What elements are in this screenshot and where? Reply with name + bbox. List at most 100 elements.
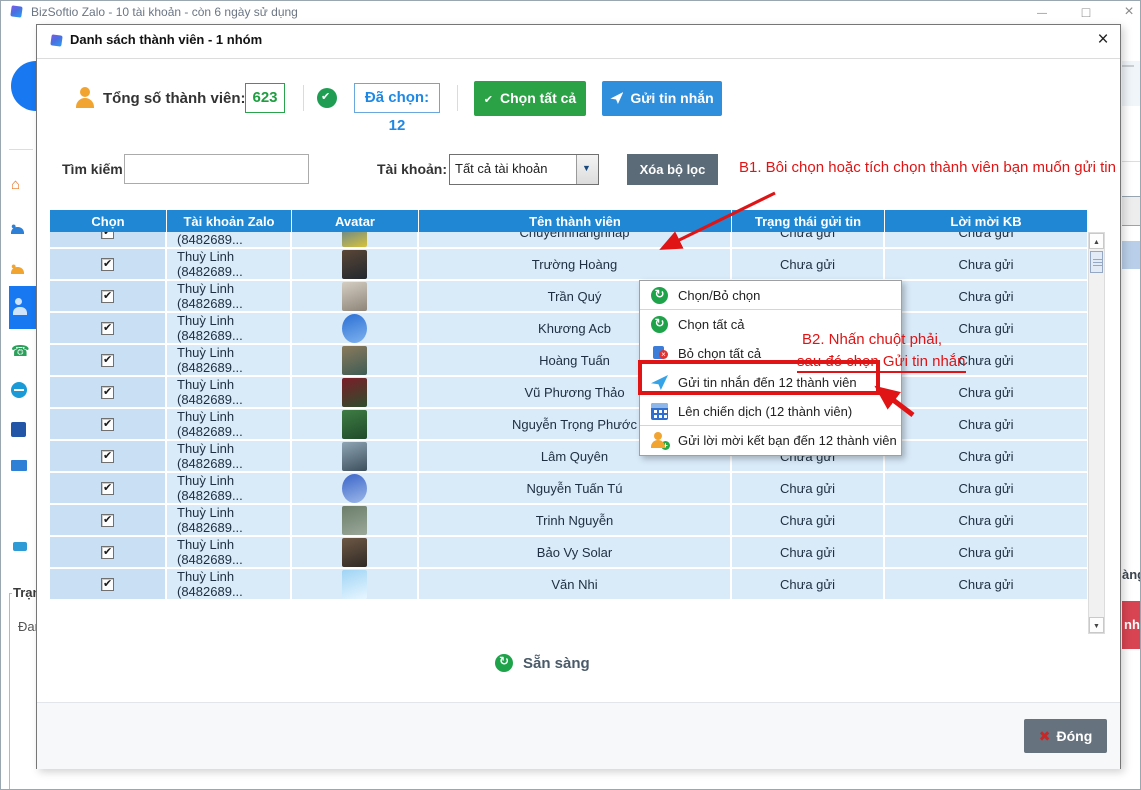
row-avatar-cell xyxy=(292,345,419,375)
table-row[interactable]: Thuỳ Linh (8482689... Nguyễn Tuấn Tú Chư… xyxy=(50,473,1087,503)
header-friend-invite[interactable]: Lời mời KB xyxy=(885,210,1087,232)
table-scrollbar[interactable] xyxy=(1088,232,1105,634)
clear-filter-button[interactable]: Xóa bộ lọc xyxy=(627,154,718,185)
divider xyxy=(37,58,1120,59)
select-all-button[interactable]: Chọn tất cả xyxy=(474,81,586,116)
row-select-cell[interactable] xyxy=(50,232,167,247)
table-row[interactable]: Thuỳ Linh (8482689... Bảo Vy Solar Chưa … xyxy=(50,537,1087,567)
row-status-cell: Chưa gửi xyxy=(732,537,885,567)
context-menu-item[interactable]: + Gửi lời mời kết bạn đến 12 thành viên xyxy=(640,426,901,455)
row-select-cell[interactable] xyxy=(50,473,167,503)
table-row[interactable]: Thuỳ Linh (8482689... Vũ Phương Thảo Chư… xyxy=(50,377,1087,407)
row-select-cell[interactable] xyxy=(50,505,167,535)
row-account-cell: Thuỳ Linh (8482689... xyxy=(167,441,292,471)
window-close-button[interactable] xyxy=(1120,3,1138,21)
invite-status-text: Chưa gửi xyxy=(959,289,1014,304)
member-name-text: Bảo Vy Solar xyxy=(537,545,612,560)
account-text: Thuỳ Linh (8482689... xyxy=(177,345,290,375)
account-dropdown[interactable]: Tất cả tài khoản xyxy=(449,154,599,185)
paper-plane-icon xyxy=(610,92,623,104)
invite-status-text: Chưa gửi xyxy=(959,321,1014,336)
close-dialog-button[interactable]: ✖Đóng xyxy=(1024,719,1107,753)
row-select-cell[interactable] xyxy=(50,569,167,599)
row-checkbox-checked[interactable] xyxy=(101,258,114,271)
table-row[interactable]: Thuỳ Linh (8482689... Trường Hoàng Chưa … xyxy=(50,249,1087,279)
row-account-cell: Thuỳ Linh (8482689... xyxy=(167,569,292,599)
table-row[interactable]: Thuỳ Linh (8482689... Lâm Quyên Chưa gửi… xyxy=(50,441,1087,471)
account-text: Thuỳ Linh (8482689... xyxy=(177,232,290,247)
member-name-text: Văn Nhi xyxy=(551,577,597,592)
avatar xyxy=(342,506,367,535)
row-checkbox-checked[interactable] xyxy=(101,232,114,239)
invite-status-text: Chưa gửi xyxy=(959,545,1014,560)
selected-count-badge: Đã chọn: 12 xyxy=(354,83,440,113)
row-checkbox-checked[interactable] xyxy=(101,546,114,559)
row-checkbox-checked[interactable] xyxy=(101,354,114,367)
table-row[interactable]: Thuỳ Linh (8482689... Nguyễn Trọng Phước… xyxy=(50,409,1087,439)
row-checkbox-checked[interactable] xyxy=(101,322,114,335)
window-minimize-button[interactable] xyxy=(1033,3,1051,21)
check-icon xyxy=(484,90,500,106)
table-row[interactable]: Thuỳ Linh (8482689... Văn Nhi Chưa gửi C… xyxy=(50,569,1087,599)
row-account-cell: Thuỳ Linh (8482689... xyxy=(167,537,292,567)
chat-icon[interactable] xyxy=(11,382,27,398)
friends-icon[interactable] xyxy=(11,256,16,273)
contacts-icon[interactable] xyxy=(11,216,16,233)
groups-icon-active[interactable] xyxy=(9,286,36,329)
campaign-icon xyxy=(651,403,668,420)
home-icon[interactable] xyxy=(11,176,20,193)
misc-icon[interactable] xyxy=(13,542,27,551)
header-avatar[interactable]: Avatar xyxy=(292,210,419,232)
header-zalo-account[interactable]: Tài khoản Zalo xyxy=(167,210,292,232)
scroll-up-icon[interactable] xyxy=(1089,233,1104,249)
row-checkbox-checked[interactable] xyxy=(101,450,114,463)
search-input[interactable] xyxy=(124,154,309,184)
row-checkbox-checked[interactable] xyxy=(101,578,114,591)
scrollbar-thumb[interactable] xyxy=(1090,251,1103,273)
row-checkbox-checked[interactable] xyxy=(101,418,114,431)
row-select-cell[interactable] xyxy=(50,377,167,407)
dialog-close-icon[interactable] xyxy=(1093,30,1113,50)
context-menu-item[interactable]: Chọn/Bỏ chọn xyxy=(640,281,901,310)
select-all-icon xyxy=(651,316,668,333)
header-select[interactable]: Chọn xyxy=(50,210,167,232)
row-name-cell: Trinh Nguyễn xyxy=(419,505,732,535)
table-row[interactable]: Thuỳ Linh (8482689... Chuyennhangnhap Ch… xyxy=(50,232,1087,247)
table-row[interactable]: Thuỳ Linh (8482689... Trần Quý Chưa gửi … xyxy=(50,281,1087,311)
toggle-select-icon xyxy=(651,287,668,304)
row-select-cell[interactable] xyxy=(50,345,167,375)
table-row[interactable]: Thuỳ Linh (8482689... Trinh Nguyễn Chưa … xyxy=(50,505,1087,535)
row-checkbox-checked[interactable] xyxy=(101,290,114,303)
invite-status-text: Chưa gửi xyxy=(959,417,1014,432)
row-checkbox-checked[interactable] xyxy=(101,514,114,527)
row-select-cell[interactable] xyxy=(50,409,167,439)
scroll-down-icon[interactable] xyxy=(1089,617,1104,633)
background-line xyxy=(1122,161,1141,162)
background-group-row: Đan xyxy=(18,619,36,634)
member-name-text: Nguyễn Trọng Phước xyxy=(512,417,637,432)
row-select-cell[interactable] xyxy=(50,249,167,279)
send-message-button[interactable]: Gửi tin nhắn xyxy=(602,81,722,116)
row-account-cell: Thuỳ Linh (8482689... xyxy=(167,281,292,311)
row-select-cell[interactable] xyxy=(50,313,167,343)
row-select-cell[interactable] xyxy=(50,281,167,311)
row-checkbox-checked[interactable] xyxy=(101,386,114,399)
context-menu-item[interactable]: Lên chiến dịch (12 thành viên) xyxy=(640,397,901,426)
window-maximize-button[interactable] xyxy=(1077,3,1095,21)
row-checkbox-checked[interactable] xyxy=(101,482,114,495)
tool-icon[interactable] xyxy=(11,422,26,437)
monitor-icon[interactable] xyxy=(11,460,27,471)
phone-icon[interactable] xyxy=(11,342,30,360)
row-avatar-cell xyxy=(292,505,419,535)
row-select-cell[interactable] xyxy=(50,441,167,471)
row-avatar-cell xyxy=(292,569,419,599)
row-invite-cell: Chưa gửi xyxy=(885,249,1087,279)
chevron-down-icon[interactable] xyxy=(576,155,598,184)
divider xyxy=(303,85,304,111)
invite-status-text: Chưa gửi xyxy=(959,232,1014,240)
table-body: Thuỳ Linh (8482689... Chuyennhangnhap Ch… xyxy=(50,232,1087,634)
row-avatar-cell xyxy=(292,473,419,503)
member-name-text: Hoàng Tuấn xyxy=(539,353,610,368)
background-right-strip: àng nh xyxy=(1122,24,1141,790)
row-select-cell[interactable] xyxy=(50,537,167,567)
